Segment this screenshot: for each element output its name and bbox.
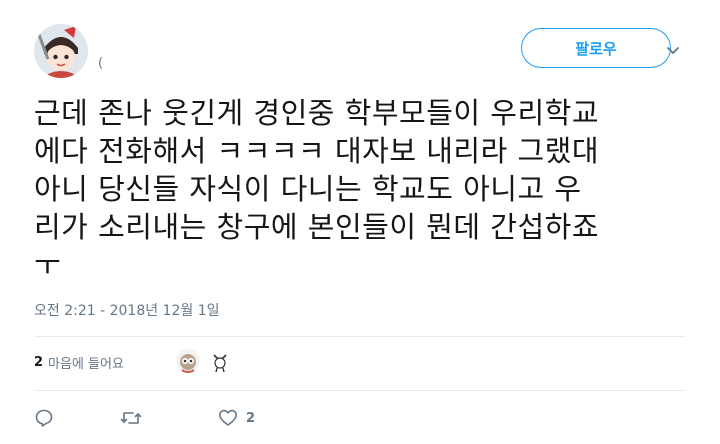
likes-count: 2 xyxy=(34,354,44,370)
profile-avatar-icon xyxy=(34,24,88,78)
divider-top xyxy=(34,336,686,337)
reply-icon xyxy=(34,408,54,428)
reply-button[interactable] xyxy=(34,408,120,428)
retweet-button[interactable] xyxy=(120,408,218,428)
likes-summary[interactable]: 2 마음에 들어요 xyxy=(34,350,124,374)
like-button[interactable]: 2 xyxy=(218,408,255,428)
tweet-text: 근데 존나 웃긴게 경인중 학부모들이 우리학교 에다 전화해서 ㅋㅋㅋㅋ 대자… xyxy=(34,96,600,282)
retweet-icon xyxy=(120,408,142,428)
tweet-actions: 2 xyxy=(34,404,255,432)
chevron-down-icon[interactable] xyxy=(665,42,681,54)
liker-avatars xyxy=(176,349,232,373)
liker-avatar-1[interactable] xyxy=(176,349,200,373)
tweet-timestamp[interactable]: 오전 2:21 - 2018년 12월 1일 xyxy=(34,300,220,320)
liker-avatar-2[interactable] xyxy=(208,349,232,373)
likes-label: 마음에 들어요 xyxy=(48,356,124,372)
follow-button[interactable]: 팔로우 xyxy=(521,28,671,68)
divider-bottom xyxy=(34,390,686,391)
heart-icon xyxy=(218,408,238,428)
profile-avatar[interactable] xyxy=(34,24,88,78)
like-count: 2 xyxy=(246,410,256,426)
user-handle[interactable]: ( xyxy=(98,56,103,71)
